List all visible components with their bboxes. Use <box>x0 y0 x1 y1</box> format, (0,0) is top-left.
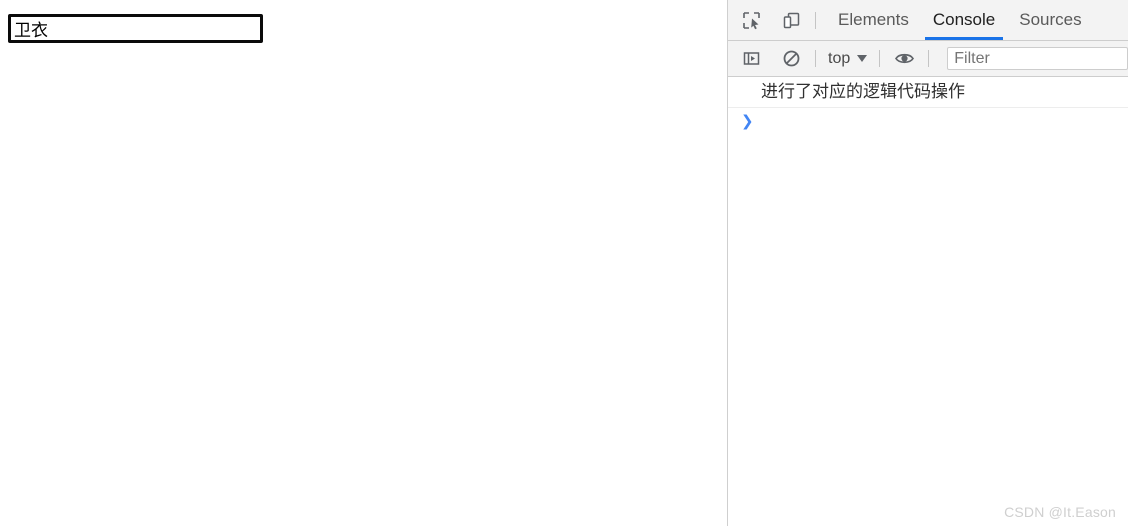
console-filter-input[interactable] <box>947 47 1128 70</box>
live-expression-eye-icon[interactable] <box>890 45 918 73</box>
inspect-element-icon[interactable] <box>737 6 765 34</box>
toolbar-divider <box>815 11 816 29</box>
toolbar-divider <box>815 50 816 67</box>
console-message-row: 进行了对应的逻辑代码操作 <box>728 77 1128 108</box>
toolbar-divider <box>928 50 930 67</box>
device-toolbar-icon[interactable] <box>777 6 805 34</box>
chevron-down-icon <box>857 55 868 62</box>
search-input[interactable] <box>8 14 263 43</box>
console-context-dropdown[interactable]: top <box>826 50 869 68</box>
console-prompt-row[interactable]: ❯ <box>728 108 1128 138</box>
console-context-label: top <box>828 49 851 67</box>
console-message-list: 进行了对应的逻辑代码操作 ❯ <box>728 77 1128 525</box>
tab-elements[interactable]: Elements <box>826 0 921 40</box>
console-sidebar-icon[interactable] <box>737 45 765 73</box>
prompt-chevron-icon: ❯ <box>741 112 754 130</box>
devtools-panel: Elements Console Sources top Filter 进行了对… <box>727 0 1128 526</box>
devtools-tabbar: Elements Console Sources <box>728 0 1128 41</box>
tab-sources[interactable]: Sources <box>1007 0 1093 40</box>
toolbar-divider <box>879 50 881 67</box>
browser-screen: Elements Console Sources to <box>0 0 1128 526</box>
clear-console-icon[interactable] <box>777 45 805 73</box>
watermark: CSDN @It.Eason <box>1004 504 1116 520</box>
console-toolbar: top <box>728 41 1128 77</box>
console-message-text: 进行了对应的逻辑代码操作 <box>761 82 965 102</box>
tab-console[interactable]: Console <box>921 0 1007 40</box>
console-prompt-input[interactable] <box>757 111 1128 131</box>
page-viewport <box>0 0 727 526</box>
